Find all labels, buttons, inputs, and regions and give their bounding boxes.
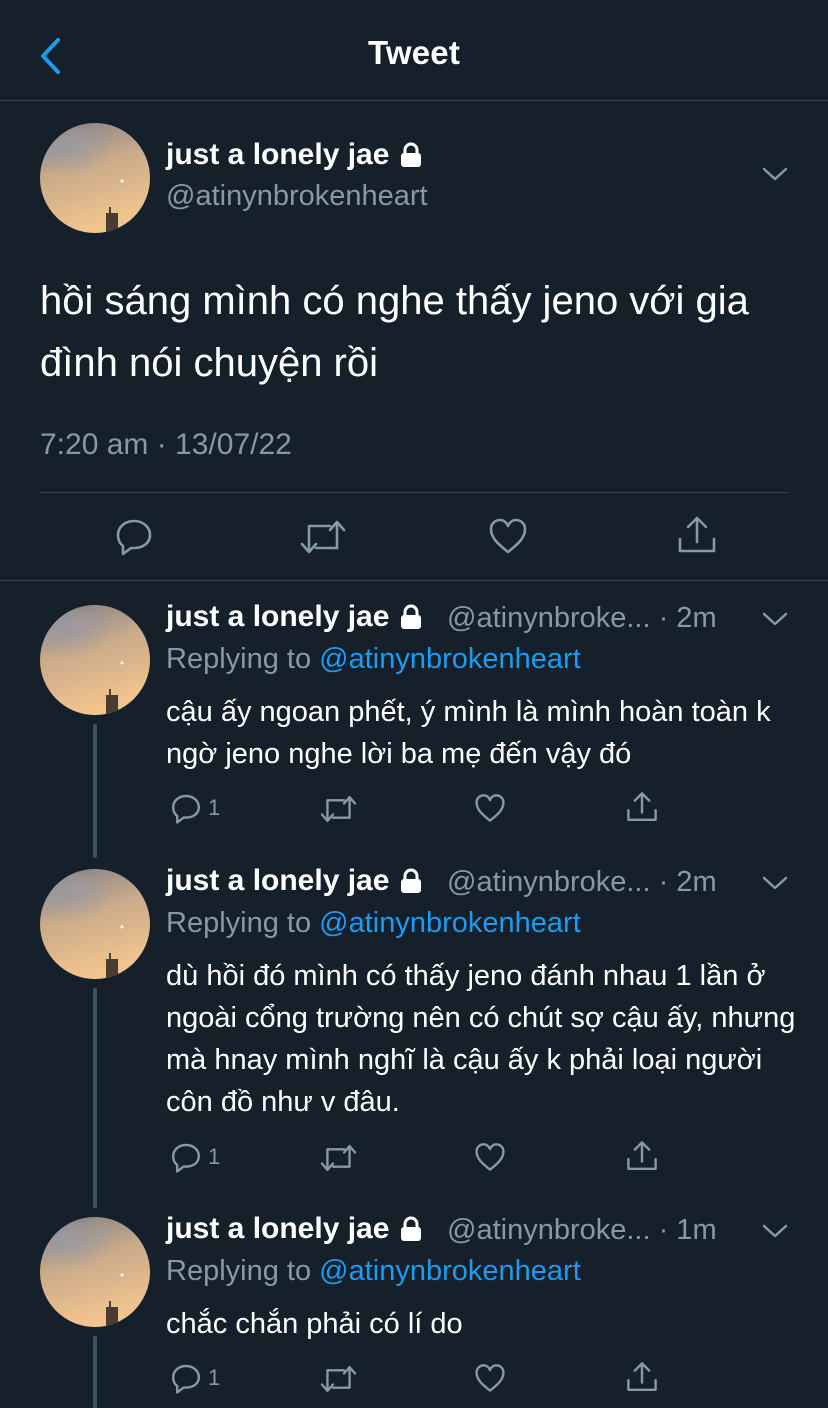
avatar-image [40, 1217, 150, 1327]
heart-icon [489, 518, 527, 554]
replying-to-label: Replying to [166, 1255, 320, 1287]
retweet-icon [320, 795, 357, 823]
display-name[interactable]: just a lonely jae [166, 1212, 423, 1246]
more-options-button[interactable] [762, 875, 788, 896]
display-name-text: just a lonely jae [166, 1212, 390, 1245]
replying-to: Replying to @atinynbrokenheart [166, 1255, 581, 1288]
retweet-icon [300, 520, 346, 554]
avatar[interactable] [40, 123, 150, 233]
reply-icon [172, 794, 200, 824]
replying-to-link[interactable]: @atinynbrokenheart [319, 907, 581, 939]
heart-icon [475, 794, 505, 822]
avatar-image [40, 123, 150, 233]
share-icon [678, 516, 716, 553]
divider [0, 580, 828, 581]
chevron-down-icon [762, 1224, 788, 1238]
chevron-down-icon [762, 876, 788, 890]
lock-icon [401, 868, 422, 893]
reply-button[interactable]: 1 [170, 1141, 220, 1173]
share-button[interactable] [677, 515, 717, 555]
share-button[interactable] [626, 1361, 658, 1393]
avatar-image [40, 869, 150, 979]
reply-button[interactable]: 1 [170, 1362, 220, 1394]
more-options-button[interactable] [762, 1223, 788, 1244]
reply-icon [172, 1364, 200, 1394]
tweet-text: cậu ấy ngoan phết, ý mình là mình hoàn t… [166, 696, 771, 770]
avatar[interactable] [40, 1217, 150, 1327]
page-title: Tweet [367, 34, 461, 71]
share-icon [627, 1362, 657, 1391]
heart-icon [475, 1364, 505, 1392]
reply-button[interactable] [114, 516, 154, 556]
reply-icon [172, 1143, 200, 1173]
heart-icon [475, 1143, 505, 1171]
more-options-button[interactable] [762, 611, 788, 632]
share-icon [627, 1141, 657, 1170]
like-button[interactable] [474, 793, 506, 823]
top-bar: Tweet [0, 0, 828, 101]
thread-line [93, 1336, 97, 1408]
more-options-button[interactable] [762, 166, 788, 187]
lock-icon [401, 142, 422, 167]
replying-to-link[interactable]: @atinynbrokenheart [319, 1255, 581, 1287]
reply-count: 1 [208, 1144, 221, 1169]
display-name-text: just a lonely jae [166, 600, 390, 633]
reply-count: 1 [208, 1365, 221, 1390]
display-name[interactable]: just a lonely jae [166, 138, 423, 172]
lock-icon [401, 1216, 422, 1241]
thread-line [93, 724, 97, 858]
display-name-text: just a lonely jae [166, 138, 390, 171]
share-button[interactable] [626, 791, 658, 823]
share-button[interactable] [626, 1140, 658, 1172]
like-button[interactable] [488, 517, 528, 555]
divider [40, 492, 788, 493]
retweet-button[interactable] [320, 794, 357, 824]
handle-and-time[interactable]: @atinynbroke... · 2m [447, 866, 717, 899]
replying-to: Replying to @atinynbrokenheart [166, 907, 581, 940]
display-name[interactable]: just a lonely jae [166, 600, 423, 634]
thread-line [93, 988, 97, 1208]
share-icon [627, 792, 657, 821]
replying-to-label: Replying to [166, 907, 320, 939]
lock-icon [401, 604, 422, 629]
handle[interactable]: @atinynbrokenheart [166, 180, 428, 213]
display-name-text: just a lonely jae [166, 864, 390, 897]
handle-and-time[interactable]: @atinynbroke... · 2m [447, 602, 717, 635]
avatar-image [40, 605, 150, 715]
reply-count: 1 [208, 795, 221, 820]
retweet-icon [320, 1365, 357, 1393]
like-button[interactable] [474, 1363, 506, 1393]
like-button[interactable] [474, 1142, 506, 1172]
replying-to-link[interactable]: @atinynbrokenheart [319, 643, 581, 675]
avatar[interactable] [40, 869, 150, 979]
tweet-text: dù hồi đó mình có thấy jeno đánh nhau 1 … [166, 960, 796, 1118]
display-name[interactable]: just a lonely jae [166, 864, 423, 898]
retweet-button[interactable] [320, 1364, 357, 1394]
reply-icon [116, 519, 152, 556]
retweet-button[interactable] [320, 1143, 357, 1173]
reply-button[interactable]: 1 [170, 792, 220, 824]
replying-to: Replying to @atinynbrokenheart [166, 643, 581, 676]
tweet-text: chắc chắn phải có lí do [166, 1308, 463, 1340]
tweet-text: hồi sáng mình có nghe thấy jeno với gia … [40, 279, 749, 385]
retweet-icon [320, 1144, 357, 1172]
chevron-down-icon [762, 167, 788, 181]
replying-to-label: Replying to [166, 643, 320, 675]
avatar[interactable] [40, 605, 150, 715]
handle-and-time[interactable]: @atinynbroke... · 1m [447, 1214, 717, 1247]
chevron-down-icon [762, 612, 788, 626]
retweet-button[interactable] [300, 518, 346, 556]
timestamp: 7:20 am · 13/07/22 [40, 428, 292, 461]
